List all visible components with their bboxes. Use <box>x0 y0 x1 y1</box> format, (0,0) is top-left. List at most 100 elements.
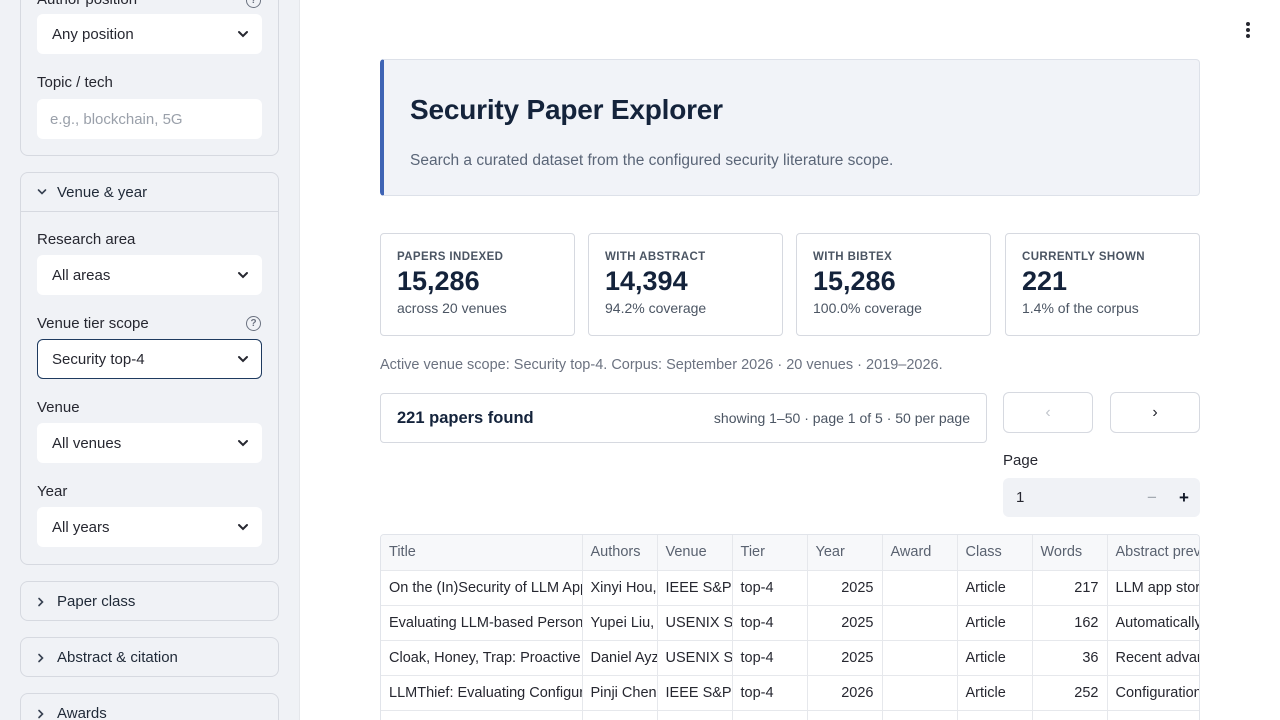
cell-abstract[interactable]: Recent advances in LLMs have enabled <box>1107 640 1199 676</box>
chevron-right-icon <box>37 597 57 607</box>
next-page-button[interactable]: › <box>1110 392 1200 433</box>
page-input[interactable]: 1 <box>1003 489 1136 506</box>
stat-card-with-bibtex: WITH BIBTEX 15,286 100.0% coverage <box>796 233 991 336</box>
page-stepper[interactable]: 1 − + <box>1003 478 1200 517</box>
increment-button[interactable]: + <box>1168 478 1200 517</box>
column-header[interactable]: Tier <box>732 535 808 571</box>
decrement-button[interactable]: − <box>1136 478 1168 517</box>
author-position-select[interactable]: Any position <box>37 14 262 54</box>
help-icon[interactable]: ? <box>246 316 261 331</box>
research-area-value: All areas <box>52 266 111 284</box>
table-row[interactable]: Cloak, Honey, Trap: Proactive Defenses A… <box>381 640 1199 676</box>
column-header[interactable]: Year <box>807 535 883 571</box>
cell-venue[interactable]: USENIX Security <box>657 605 733 641</box>
venue-tier-label: Venue tier scope <box>37 315 149 332</box>
chevron-down-icon <box>238 31 248 38</box>
chevron-down-icon <box>238 524 248 531</box>
cell-abstract[interactable]: LLM app stores have seen rapid growth <box>1107 570 1199 606</box>
column-header[interactable]: Authors <box>582 535 658 571</box>
scope-note: Active venue scope: Security top-4. Corp… <box>380 357 943 373</box>
cell-award[interactable] <box>882 640 958 676</box>
cell-authors[interactable]: Xinyi Hou, Yanjie Zhao <box>582 570 658 606</box>
column-header[interactable]: Venue <box>657 535 733 571</box>
cell-abstract[interactable]: Configuration of LLM applications <box>1107 675 1199 711</box>
research-area-label: Research area <box>37 231 136 248</box>
column-header[interactable]: Words <box>1032 535 1108 571</box>
cell-venue[interactable]: USENIX Security <box>657 640 733 676</box>
author-position-value: Any position <box>52 25 134 43</box>
cell-words[interactable]: 36 <box>1032 640 1108 676</box>
cell-award[interactable] <box>882 570 958 606</box>
awards-panel[interactable]: Awards <box>20 693 279 720</box>
venue-tier-select[interactable]: Security top-4 <box>37 339 262 379</box>
cell-title[interactable]: Cloak, Honey, Trap: Proactive Defenses A… <box>381 640 583 676</box>
cell-tier[interactable]: top-4 <box>732 675 808 711</box>
column-header[interactable]: Title <box>381 535 583 571</box>
author-position-label: Author position <box>37 0 137 8</box>
cell-authors[interactable]: Yupei Liu, Yuqi Jia <box>582 605 658 641</box>
stat-card-currently-shown: CURRENTLY SHOWN 221 1.4% of the corpus <box>1005 233 1200 336</box>
stat-label: WITH BIBTEX <box>813 251 893 263</box>
page-label: Page <box>1003 452 1039 469</box>
paper-class-panel[interactable]: Paper class <box>20 581 279 621</box>
more-options-icon[interactable] <box>1240 20 1256 40</box>
stat-sub: 94.2% coverage <box>605 300 707 316</box>
year-select[interactable]: All years <box>37 507 262 547</box>
venue-select[interactable]: All venues <box>37 423 262 463</box>
page-title: Security Paper Explorer <box>410 94 723 125</box>
venue-year-title: Venue & year <box>57 183 148 201</box>
cell-class[interactable]: Article <box>957 605 1033 641</box>
venue-tier-value: Security top-4 <box>52 350 145 368</box>
cell-title[interactable]: LLMThief: Evaluating Configuration Leaka… <box>381 675 583 711</box>
results-bar: 221 papers found showing 1–50 · page 1 o… <box>380 393 987 443</box>
cell-year[interactable]: 2025 <box>807 570 883 606</box>
cell-class[interactable]: Article <box>957 570 1033 606</box>
cell-class[interactable]: Article <box>957 675 1033 711</box>
cell-year[interactable]: 2025 <box>807 605 883 641</box>
cell-award[interactable] <box>882 605 958 641</box>
stat-label: PAPERS INDEXED <box>397 251 504 263</box>
cell-title[interactable]: Evaluating LLM-based Personal Informatio… <box>381 605 583 641</box>
column-header[interactable]: Abstract preview <box>1107 535 1199 571</box>
cell-year[interactable]: 2026 <box>807 675 883 711</box>
cell-class[interactable]: Article <box>957 640 1033 676</box>
stat-label: CURRENTLY SHOWN <box>1022 251 1145 263</box>
stat-label: WITH ABSTRACT <box>605 251 706 263</box>
cell-words[interactable]: 252 <box>1032 675 1108 711</box>
awards-title: Awards <box>57 705 107 720</box>
cell-award[interactable] <box>882 675 958 711</box>
cell-title[interactable]: On the (In)Security of LLM App Stores <box>381 570 583 606</box>
venue-year-header[interactable]: Venue & year <box>21 173 278 212</box>
cell-year[interactable]: 2025 <box>807 640 883 676</box>
column-header[interactable]: Award <box>882 535 958 571</box>
chevron-right-icon <box>37 709 57 719</box>
awards-header[interactable]: Awards <box>21 694 278 720</box>
table-row[interactable]: On the (In)Security of LLM App Stores Xi… <box>381 570 1199 606</box>
paper-class-header[interactable]: Paper class <box>21 582 278 621</box>
table-row[interactable]: LLMThief: Evaluating Configuration Leaka… <box>381 675 1199 711</box>
cell-tier[interactable]: top-4 <box>732 605 808 641</box>
abstract-citation-header[interactable]: Abstract & citation <box>21 638 278 677</box>
venue-value: All venues <box>52 434 122 452</box>
cell-words[interactable]: 162 <box>1032 605 1108 641</box>
stat-sub: across 20 venues <box>397 300 507 316</box>
column-header[interactable]: Class <box>957 535 1033 571</box>
cell-authors[interactable]: Daniel Ayzenshteyn, Roy Weiss <box>582 640 658 676</box>
year-label: Year <box>37 483 68 500</box>
cell-authors[interactable]: Pinji Chen, Xiaojun Xu <box>582 675 658 711</box>
topic-input[interactable] <box>37 99 262 139</box>
cell-tier[interactable]: top-4 <box>732 640 808 676</box>
papers-table[interactable]: Title Authors Venue Tier Year Award Clas… <box>380 534 1200 720</box>
chevron-down-icon <box>37 188 57 196</box>
cell-venue[interactable]: IEEE S&P <box>657 570 733 606</box>
prev-page-button[interactable]: ‹ <box>1003 392 1093 433</box>
table-row[interactable]: Evaluating LLM-based Personal Informatio… <box>381 605 1199 641</box>
cell-venue[interactable]: IEEE S&P <box>657 675 733 711</box>
cell-words[interactable]: 217 <box>1032 570 1108 606</box>
table-row[interactable] <box>381 710 1199 720</box>
cell-abstract[interactable]: Automatically extracting personal inform… <box>1107 605 1199 641</box>
research-area-select[interactable]: All areas <box>37 255 262 295</box>
cell-tier[interactable]: top-4 <box>732 570 808 606</box>
stat-sub: 1.4% of the corpus <box>1022 300 1139 316</box>
abstract-citation-panel[interactable]: Abstract & citation <box>20 637 279 677</box>
